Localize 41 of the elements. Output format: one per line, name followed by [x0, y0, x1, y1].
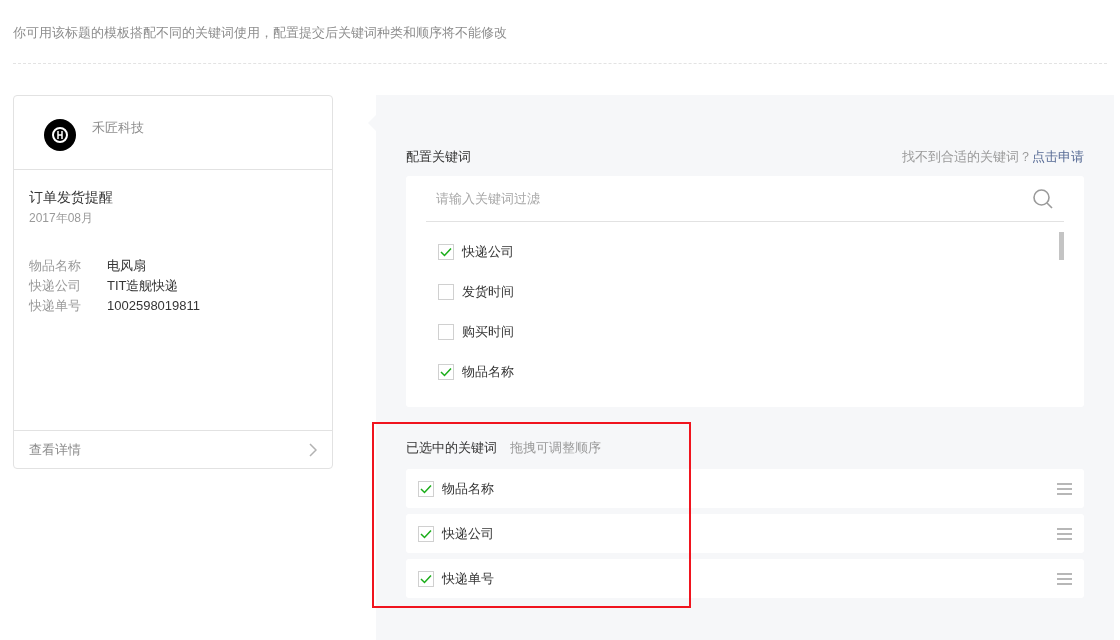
field-value: 电风扇 [107, 257, 146, 275]
keyword-label: 快递公司 [442, 524, 495, 543]
field-label: 快递单号 [29, 297, 82, 315]
drag-handle-icon[interactable] [1057, 482, 1072, 495]
scrollbar-thumb[interactable] [1059, 232, 1064, 260]
keyword-label: 物品名称 [462, 363, 514, 382]
keyword-label: 快递单号 [442, 569, 495, 588]
message-title: 订单发货提醒 [29, 188, 114, 207]
keyword-label: 发货时间 [462, 283, 514, 302]
checkbox[interactable] [438, 244, 454, 260]
section-title: 已选中的关键词 [406, 439, 497, 458]
message-date: 2017年08月 [29, 210, 95, 227]
search-icon [1032, 187, 1054, 210]
chevron-right-icon [309, 442, 317, 457]
hint-text: 找不到合适的关键词？ [902, 148, 1032, 167]
checkbox[interactable] [438, 284, 454, 300]
checkbox[interactable] [438, 324, 454, 340]
keyword-label: 物品名称 [442, 479, 495, 498]
field-label: 物品名称 [29, 257, 82, 275]
logo-icon [44, 119, 76, 151]
field-value: 1002598019811 [107, 297, 201, 315]
drag-handle-icon[interactable] [1057, 572, 1072, 585]
account-name: 禾匠科技 [92, 119, 144, 137]
checkbox[interactable] [418, 480, 434, 497]
selected-keyword-row[interactable]: 快递公司 [406, 514, 1084, 553]
field-label: 快递公司 [29, 277, 82, 295]
drag-handle-icon[interactable] [1057, 527, 1072, 540]
notice-text: 你可用该标题的模板搭配不同的关键词使用，配置提交后关键词种类和顺序将不能修改 [13, 24, 508, 42]
field-value: TIT造舰快递 [107, 277, 179, 295]
section-title: 配置关键词 [406, 148, 471, 167]
selected-keyword-row[interactable]: 快递单号 [406, 559, 1084, 598]
checkbox[interactable] [418, 525, 434, 542]
hint-text: 拖拽可调整顺序 [510, 439, 601, 458]
keyword-label: 购买时间 [462, 323, 514, 342]
apply-link[interactable]: 点击申请 [1032, 147, 1084, 167]
keyword-label: 快递公司 [462, 243, 514, 262]
filter-search-field[interactable]: 请输入关键词过滤 [436, 188, 1032, 209]
checkbox[interactable] [418, 570, 434, 587]
view-details-link[interactable]: 查看详情 [14, 430, 332, 468]
checkbox[interactable] [438, 364, 454, 380]
selected-keyword-row[interactable]: 物品名称 [406, 469, 1084, 508]
